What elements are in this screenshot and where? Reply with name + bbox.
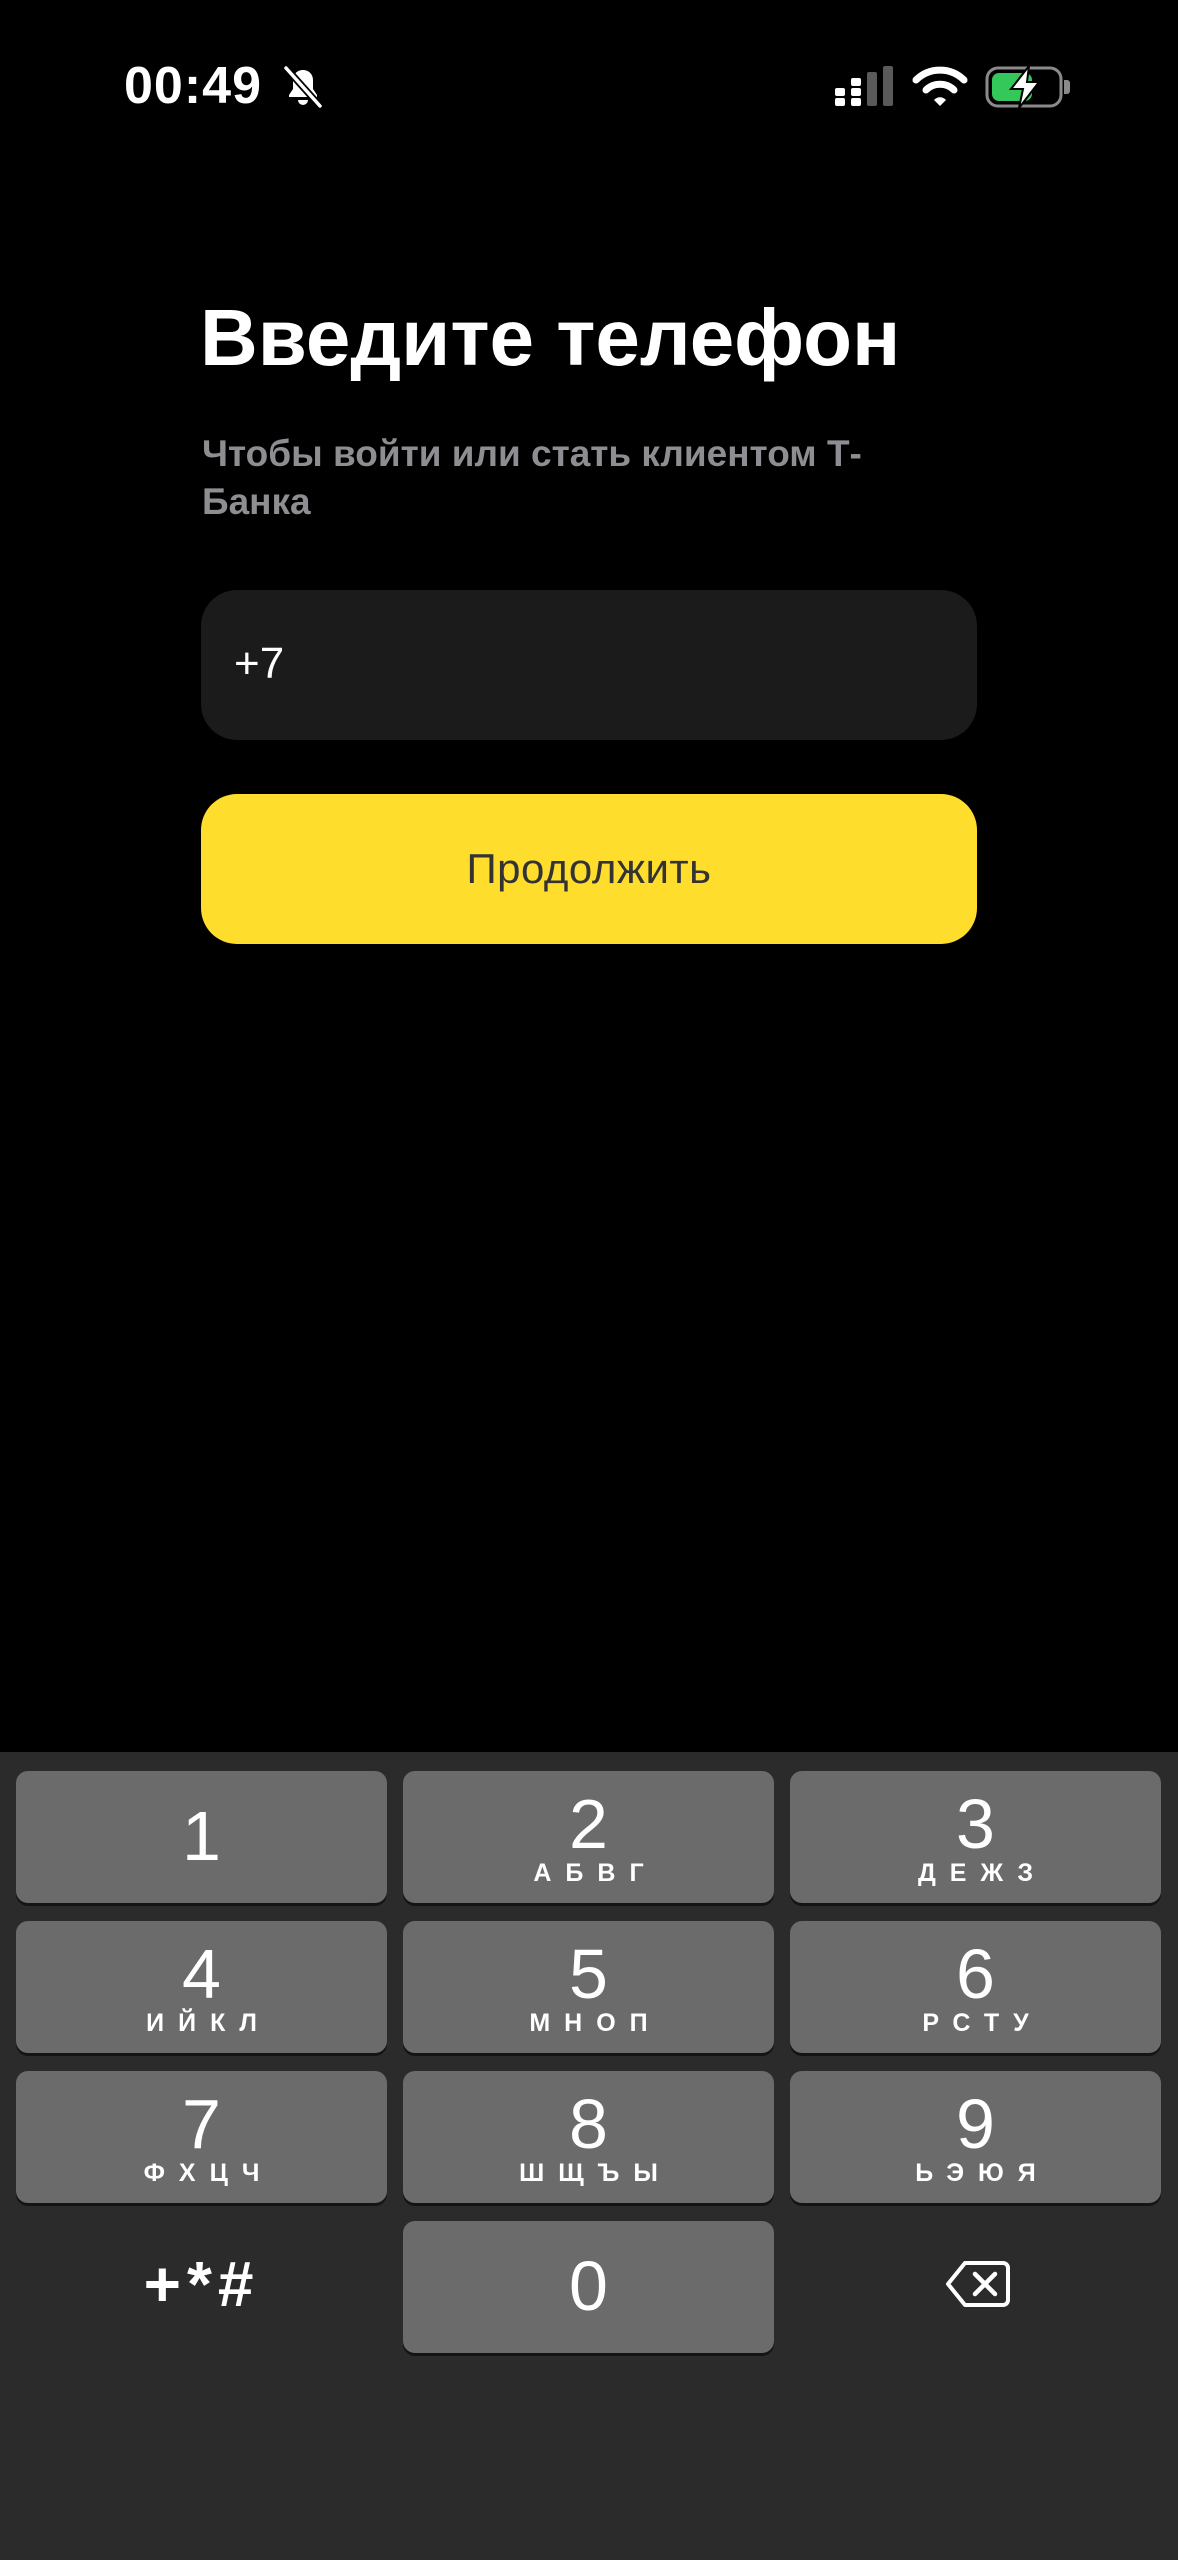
- status-bar: 00:49: [0, 0, 1178, 170]
- key-digit: 1: [182, 1797, 221, 1875]
- signal-icon: [835, 66, 893, 106]
- key-letters: РСТУ: [922, 2009, 1043, 2037]
- phone-input-value: +7: [234, 639, 285, 688]
- key-2[interactable]: 2 АБВГ: [403, 1771, 774, 1903]
- page-subtitle: Чтобы войти или стать клиентом Т-Банка: [202, 433, 862, 522]
- key-letters: АБВГ: [533, 1859, 658, 1887]
- delete-left-icon: [946, 2261, 1010, 2307]
- key-digit: 9: [956, 2085, 995, 2163]
- page-title: Введите телефон: [200, 293, 901, 382]
- key-letters: МНОП: [529, 2009, 662, 2037]
- key-0[interactable]: 0: [403, 2221, 774, 2353]
- key-7[interactable]: 7 ФХЦЧ: [16, 2071, 387, 2203]
- key-letters: ФХЦЧ: [143, 2159, 274, 2187]
- key-digit: 3: [956, 1785, 995, 1863]
- key-letters: ИЙКЛ: [146, 2009, 271, 2037]
- phone-input[interactable]: +7: [201, 590, 977, 740]
- key-3[interactable]: 3 ДЕЖЗ: [790, 1771, 1161, 1903]
- key-letters: ДЕЖЗ: [917, 1859, 1048, 1887]
- continue-button-label: Продолжить: [466, 845, 712, 892]
- continue-button[interactable]: Продолжить: [201, 794, 977, 944]
- key-digit: 5: [569, 1935, 608, 2013]
- key-digit: 4: [182, 1935, 221, 2013]
- key-letters: ШЩЪЫ: [519, 2159, 672, 2187]
- key-digit: 8: [569, 2085, 608, 2163]
- wifi-icon: [912, 66, 968, 106]
- key-5[interactable]: 5 МНОП: [403, 1921, 774, 2053]
- key-digit: 2: [569, 1785, 608, 1863]
- numeric-keypad: 1 2 АБВГ 3 ДЕЖЗ 4 ИЙКЛ 5 МНОП 6 РСТУ 7 Ф…: [0, 1752, 1178, 2560]
- key-digit: 7: [182, 2085, 221, 2163]
- key-symbols[interactable]: +*#: [16, 2221, 387, 2353]
- key-4[interactable]: 4 ИЙКЛ: [16, 1921, 387, 2053]
- key-backspace[interactable]: [790, 2221, 1161, 2353]
- key-1[interactable]: 1: [16, 1771, 387, 1903]
- key-8[interactable]: 8 ШЩЪЫ: [403, 2071, 774, 2203]
- key-letters: ЬЭЮЯ: [915, 2159, 1050, 2187]
- key-digit: 6: [956, 1935, 995, 2013]
- bell-slash-icon: [283, 65, 323, 109]
- battery-charging-icon: [985, 64, 1070, 109]
- key-9[interactable]: 9 ЬЭЮЯ: [790, 2071, 1161, 2203]
- key-digit: 0: [569, 2247, 608, 2325]
- key-symbols-label: +*#: [143, 2248, 260, 2320]
- status-time: 00:49: [124, 57, 262, 115]
- key-6[interactable]: 6 РСТУ: [790, 1921, 1161, 2053]
